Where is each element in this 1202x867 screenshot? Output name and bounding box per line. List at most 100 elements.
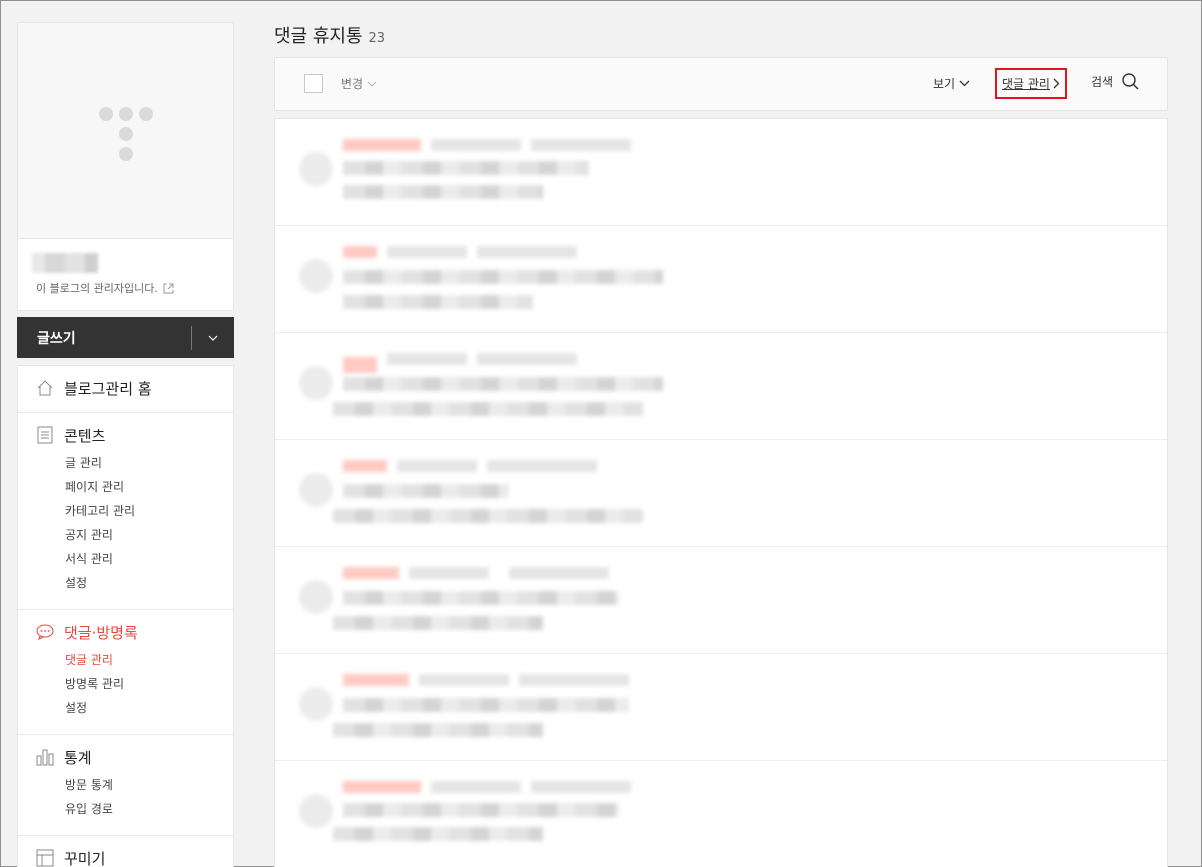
- comment-text-blurred: [343, 377, 663, 391]
- comment-meta-blurred: [409, 567, 489, 579]
- comment-text-blurred: [343, 161, 589, 175]
- write-bar: 글쓰기: [17, 317, 234, 358]
- comment-text-blurred: [343, 591, 619, 605]
- sidebar: 이 블로그의 관리자입니다. 글쓰기 블로그관리 홈 콘텐츠 글 관리 페이지 …: [17, 22, 234, 867]
- menu-item-stats-label: 통계: [64, 748, 92, 767]
- comment-text-blurred: [343, 803, 619, 817]
- comment-item[interactable]: [275, 226, 1167, 333]
- comment-list: [274, 118, 1168, 867]
- speech-bubble-icon: [36, 623, 54, 641]
- search-icon: [1122, 73, 1139, 90]
- menu-item-home[interactable]: 블로그관리 홈: [18, 378, 233, 398]
- submenu-notice-manage[interactable]: 공지 관리: [18, 523, 233, 547]
- commenter-avatar: [299, 259, 333, 293]
- commenter-name-blurred: [343, 357, 377, 373]
- search-button[interactable]: 검색: [1091, 73, 1139, 90]
- comment-meta-blurred: [531, 781, 631, 793]
- view-label: 보기: [933, 77, 956, 91]
- search-label: 검색: [1091, 75, 1114, 89]
- menu-item-stats[interactable]: 통계: [18, 747, 233, 767]
- commenter-name-blurred: [343, 246, 377, 258]
- comment-manage-link[interactable]: 댓글 관리: [995, 68, 1067, 99]
- menu-item-decorate[interactable]: 꾸미기: [18, 848, 233, 867]
- select-all-checkbox[interactable]: [304, 74, 323, 93]
- chevron-down-icon: [367, 81, 377, 87]
- comment-meta-blurred: [397, 460, 477, 472]
- write-options-toggle[interactable]: [192, 317, 234, 358]
- admin-note[interactable]: 이 블로그의 관리자입니다.: [36, 280, 174, 296]
- blog-name-blurred[interactable]: [32, 253, 98, 273]
- comment-meta-blurred: [487, 460, 597, 472]
- home-icon: [36, 379, 54, 397]
- menu-item-contents[interactable]: 콘텐츠: [18, 425, 233, 445]
- comment-meta-blurred: [387, 246, 467, 258]
- comment-text-blurred: [333, 402, 643, 416]
- change-label: 변경: [341, 77, 364, 91]
- submenu-referrer[interactable]: 유입 경로: [18, 797, 233, 821]
- menu-item-contents-label: 콘텐츠: [64, 426, 106, 445]
- comment-item[interactable]: [275, 440, 1167, 547]
- admin-menu: 블로그관리 홈 콘텐츠 글 관리 페이지 관리 카테고리 관리 공지 관리 서식…: [17, 365, 234, 867]
- comment-meta-blurred: [431, 139, 521, 151]
- comment-meta-blurred: [509, 567, 609, 579]
- comment-text-blurred: [343, 295, 533, 309]
- comment-text-blurred: [333, 827, 543, 841]
- submenu-contents-settings[interactable]: 설정: [18, 571, 233, 595]
- menu-section-comments: 댓글·방명록 댓글 관리 방명록 관리 설정: [18, 610, 233, 735]
- comment-text-blurred: [333, 616, 543, 630]
- submenu-template-manage[interactable]: 서식 관리: [18, 547, 233, 571]
- commenter-avatar: [299, 473, 333, 507]
- commenter-avatar: [299, 580, 333, 614]
- stats-submenu: 방문 통계 유입 경로: [18, 773, 233, 821]
- commenter-name-blurred: [343, 781, 421, 793]
- submenu-guestbook-manage[interactable]: 방명록 관리: [18, 672, 233, 696]
- commenter-avatar: [299, 687, 333, 721]
- commenter-name-blurred: [343, 460, 387, 472]
- comment-meta-blurred: [419, 674, 509, 686]
- submenu-comments-settings[interactable]: 설정: [18, 696, 233, 720]
- comment-meta-blurred: [477, 353, 577, 365]
- write-button[interactable]: 글쓰기: [17, 328, 191, 348]
- contents-submenu: 글 관리 페이지 관리 카테고리 관리 공지 관리 서식 관리 설정: [18, 451, 233, 595]
- comment-item[interactable]: [275, 654, 1167, 761]
- submenu-visit-stats[interactable]: 방문 통계: [18, 773, 233, 797]
- comment-item[interactable]: [275, 119, 1167, 226]
- submenu-post-manage[interactable]: 글 관리: [18, 451, 233, 475]
- submenu-category-manage[interactable]: 카테고리 관리: [18, 499, 233, 523]
- page-title-wrap: 댓글 휴지통 23: [274, 22, 1168, 47]
- comment-meta-blurred: [519, 674, 629, 686]
- menu-item-decorate-label: 꾸미기: [64, 849, 106, 867]
- menu-item-home-label: 블로그관리 홈: [64, 379, 152, 398]
- view-dropdown[interactable]: 보기: [933, 75, 970, 92]
- trash-count: 23: [368, 31, 386, 46]
- comment-item[interactable]: [275, 761, 1167, 867]
- blog-profile-image[interactable]: [18, 23, 233, 239]
- document-icon: [36, 426, 54, 444]
- comment-text-blurred: [343, 698, 629, 712]
- comment-text-blurred: [333, 723, 543, 737]
- submenu-page-manage[interactable]: 페이지 관리: [18, 475, 233, 499]
- chevron-down-icon: [959, 80, 970, 87]
- comment-text-blurred: [343, 185, 543, 199]
- menu-item-comments[interactable]: 댓글·방명록: [18, 622, 233, 642]
- comment-item[interactable]: [275, 547, 1167, 654]
- external-link-icon: [163, 283, 174, 293]
- comment-text-blurred: [343, 484, 509, 498]
- menu-section-decorate: 꾸미기: [18, 836, 233, 867]
- commenter-name-blurred: [343, 139, 421, 151]
- layout-icon: [36, 849, 54, 867]
- page-title: 댓글 휴지통: [274, 26, 363, 47]
- comment-text-blurred: [343, 270, 663, 284]
- commenter-avatar: [299, 152, 333, 186]
- comment-text-blurred: [333, 509, 643, 523]
- commenter-name-blurred: [343, 567, 399, 579]
- change-dropdown[interactable]: 변경: [341, 75, 377, 92]
- comment-item[interactable]: [275, 333, 1167, 440]
- commenter-name-blurred: [343, 674, 409, 686]
- commenter-avatar: [299, 366, 333, 400]
- comment-meta-blurred: [531, 139, 631, 151]
- bar-chart-icon: [36, 748, 54, 766]
- menu-section-stats: 통계 방문 통계 유입 경로: [18, 735, 233, 836]
- submenu-comment-manage[interactable]: 댓글 관리: [18, 648, 233, 672]
- commenter-avatar: [299, 794, 333, 828]
